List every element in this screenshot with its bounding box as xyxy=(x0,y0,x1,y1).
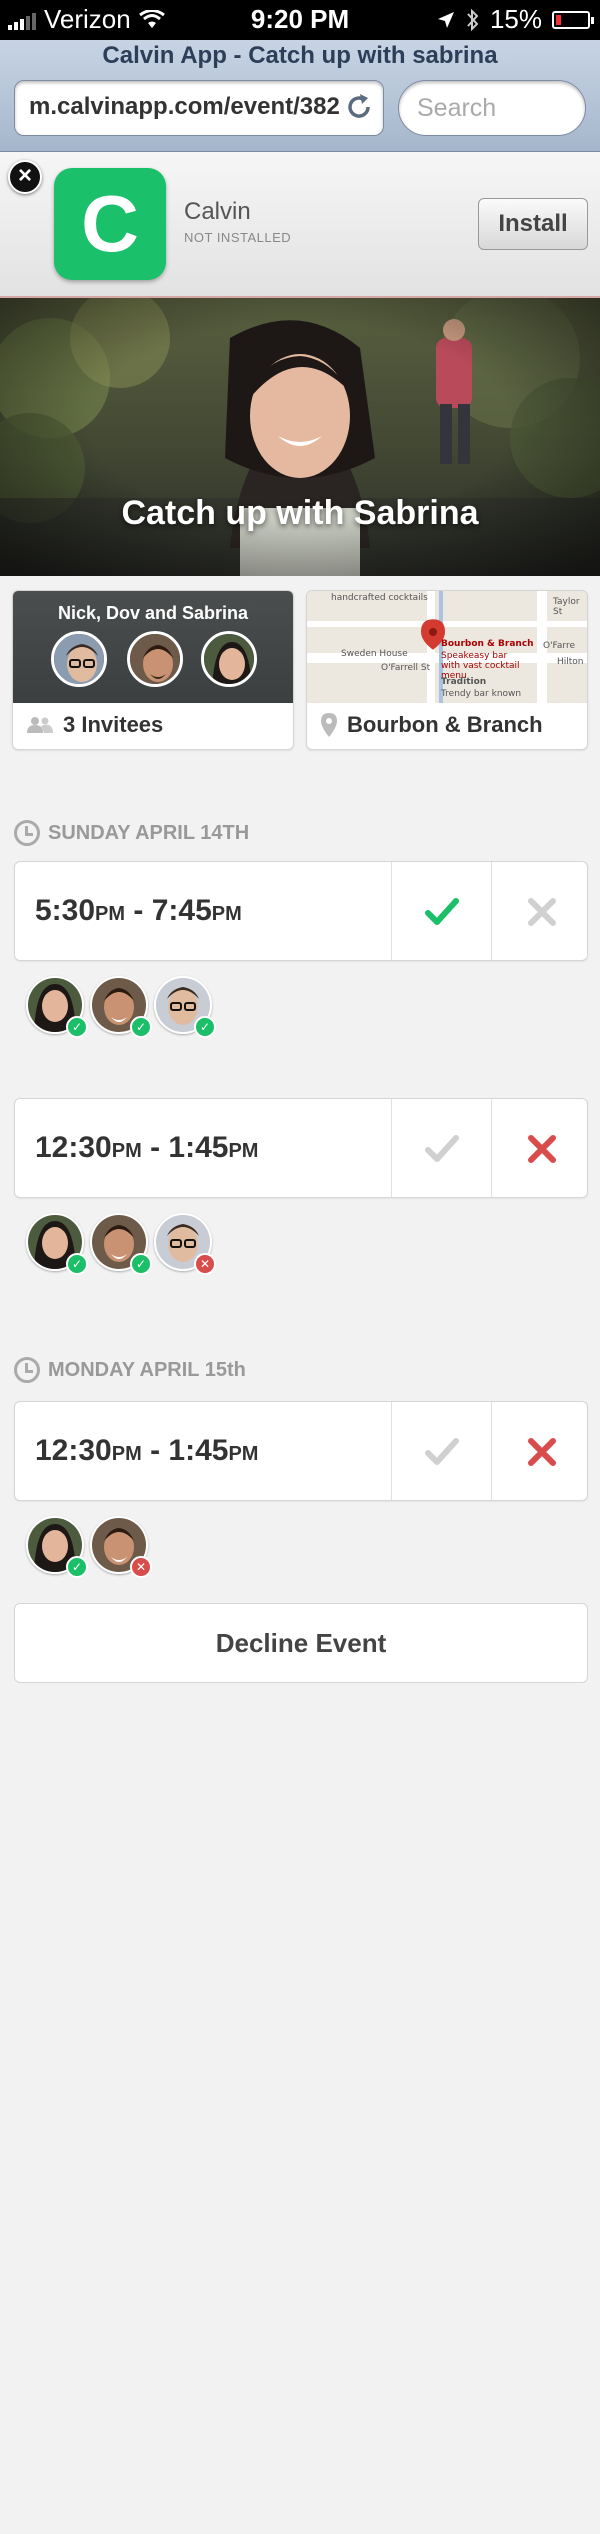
page-title: Calvin App - Catch up with sabrina xyxy=(102,42,498,69)
event-hero-image: Catch up with Sabrina xyxy=(0,298,600,576)
cross-icon xyxy=(528,898,556,926)
decline-button[interactable] xyxy=(491,1402,591,1500)
map-thumbnail[interactable]: handcrafted cocktails Sweden House O'Far… xyxy=(307,591,587,703)
voter-avatars: ✓ ✓ ✓ xyxy=(26,976,216,1038)
time-range: 5:30PM - 7:45PM xyxy=(35,894,242,927)
vote-yes-badge: ✓ xyxy=(66,1253,88,1275)
clock-icon xyxy=(14,820,40,846)
location-name: Bourbon & Branch xyxy=(347,712,543,737)
time-slot: 12:30PM - 1:45PM xyxy=(14,1401,588,1501)
reload-icon[interactable] xyxy=(343,91,375,123)
decline-button[interactable] xyxy=(491,862,591,960)
search-placeholder: Search xyxy=(417,94,497,122)
check-icon xyxy=(425,898,459,925)
day-header: MONDAY APRIL 15th xyxy=(14,1357,246,1383)
status-bar: Verizon 9:20 PM 15% xyxy=(0,0,600,40)
close-icon: × xyxy=(17,162,32,189)
invitees-names: Nick, Dov and Sabrina xyxy=(57,603,249,623)
time-range: 12:30PM - 1:45PM xyxy=(35,1131,259,1164)
avatar xyxy=(201,631,257,687)
vote-yes-badge: ✓ xyxy=(130,1016,152,1038)
decline-event-button[interactable]: Decline Event xyxy=(14,1603,588,1683)
vote-yes-badge: ✓ xyxy=(194,1016,216,1038)
avatar: ✓ xyxy=(154,976,216,1038)
day-header: SUNDAY APRIL 14TH xyxy=(14,820,249,846)
calvin-app-icon: C xyxy=(54,168,166,280)
cross-icon xyxy=(528,1135,556,1163)
browser-toolbar: Calvin App - Catch up with sabrina m.cal… xyxy=(0,40,600,152)
search-input[interactable]: Search xyxy=(398,80,586,136)
clock-icon xyxy=(14,1357,40,1383)
time-slot: 5:30PM - 7:45PM xyxy=(14,861,588,961)
accept-button[interactable] xyxy=(391,1099,491,1197)
url-field[interactable]: m.calvinapp.com/event/382 xyxy=(14,80,384,136)
location-arrow-icon xyxy=(437,11,454,28)
avatar xyxy=(51,631,107,687)
voter-avatars: ✓ ✓ ✕ xyxy=(26,1213,216,1275)
accept-button[interactable] xyxy=(391,862,491,960)
check-icon xyxy=(425,1438,459,1465)
battery-icon xyxy=(552,10,594,29)
avatar: ✓ xyxy=(26,1516,88,1578)
check-icon xyxy=(425,1135,459,1162)
avatar: ✕ xyxy=(90,1516,152,1578)
avatar: ✓ xyxy=(90,976,152,1038)
invitees-card[interactable]: Nick, Dov and Sabrina 3 Invitees xyxy=(12,590,294,750)
url-text: m.calvinapp.com/event/382 xyxy=(29,93,340,120)
battery-percent: 15% xyxy=(489,4,542,34)
hero-photo xyxy=(0,298,600,576)
vote-yes-badge: ✓ xyxy=(66,1016,88,1038)
voter-avatars: ✓ ✕ xyxy=(26,1516,152,1578)
avatar: ✓ xyxy=(26,1213,88,1275)
avatar: ✕ xyxy=(154,1213,216,1275)
vote-no-badge: ✕ xyxy=(130,1556,152,1578)
time-slot: 12:30PM - 1:45PM xyxy=(14,1098,588,1198)
decline-button[interactable] xyxy=(491,1099,591,1197)
people-icon xyxy=(27,717,53,733)
vote-no-badge: ✕ xyxy=(194,1253,216,1275)
location-card[interactable]: handcrafted cocktails Sweden House O'Far… xyxy=(306,590,588,750)
install-button[interactable]: Install xyxy=(478,198,588,250)
app-name: Calvin xyxy=(184,198,251,225)
invitees-count: 3 Invitees xyxy=(63,712,164,737)
app-install-banner: × C Calvin NOT INSTALLED Install xyxy=(0,152,600,298)
vote-yes-badge: ✓ xyxy=(66,1556,88,1578)
avatar: ✓ xyxy=(90,1213,152,1275)
accept-button[interactable] xyxy=(391,1402,491,1500)
event-title: Catch up with Sabrina xyxy=(121,494,479,532)
map-pin-icon xyxy=(321,713,337,737)
vote-yes-badge: ✓ xyxy=(130,1253,152,1275)
time-range: 12:30PM - 1:45PM xyxy=(35,1434,259,1467)
close-banner-button[interactable]: × xyxy=(8,160,42,194)
bluetooth-icon xyxy=(467,8,479,31)
avatar: ✓ xyxy=(26,976,88,1038)
cross-icon xyxy=(528,1438,556,1466)
avatar xyxy=(127,631,183,687)
app-install-status: NOT INSTALLED xyxy=(184,230,292,245)
